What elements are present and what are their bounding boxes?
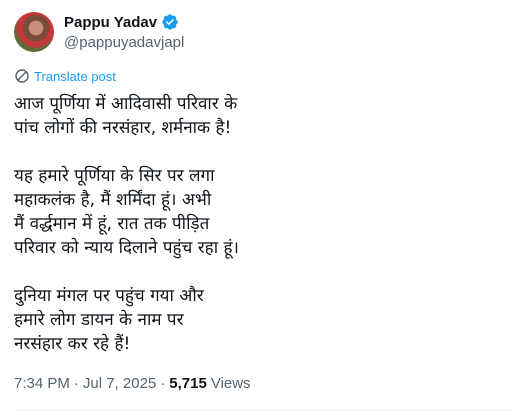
post-line: हमारे लोग डायन के नाम पर <box>14 310 184 330</box>
post-line: आज पूर्णिया में आदिवासी परिवार के <box>14 94 238 114</box>
translate-post-link[interactable]: Translate post <box>14 68 116 84</box>
verified-badge-icon <box>162 14 178 30</box>
tweet: Pappu Yadav @pappuyadavjapl Translate po… <box>0 0 512 414</box>
globe-icon <box>15 69 29 83</box>
post-text: आज पूर्णिया में आदिवासी परिवार के पांच ल… <box>14 92 494 356</box>
author-name-row: Pappu Yadav <box>64 13 179 31</box>
author-handle[interactable]: @pappuyadavjapl <box>64 34 184 51</box>
post-line: पांच लोगों की नरसंहार, शर्मनाक है! <box>14 118 232 138</box>
post-line: मैं वर्द्धमान में हूं, रात तक पीड़ित <box>14 214 210 234</box>
author-name[interactable]: Pappu Yadav <box>64 14 157 31</box>
post-meta: 7:34 PM · Jul 7, 2025 · 5,715 Views <box>14 375 251 392</box>
post-line: महाकलंक है, मैं शर्मिंदा हूं। अभी <box>14 190 212 210</box>
post-line: दुनिया मंगल पर पहुंच गया और <box>14 286 204 306</box>
avatar[interactable] <box>14 12 54 52</box>
post-line: नरसंहार कर रहे हैं! <box>14 334 131 354</box>
separator-dot: · <box>73 375 79 392</box>
post-paragraph: आज पूर्णिया में आदिवासी परिवार के पांच ल… <box>14 92 494 140</box>
post-paragraph: यह हमारे पूर्णिया के सिर पर लगा महाकलंक … <box>14 164 494 260</box>
post-paragraph: दुनिया मंगल पर पहुंच गया और हमारे लोग डा… <box>14 284 494 356</box>
post-date[interactable]: Jul 7, 2025 <box>83 375 156 392</box>
post-line: परिवार को न्याय दिलाने पहुंच रहा हूं। <box>14 238 239 258</box>
views-label: Views <box>210 375 251 392</box>
translate-label: Translate post <box>34 68 116 84</box>
post-time[interactable]: 7:34 PM <box>14 375 70 392</box>
divider <box>14 410 512 411</box>
post-line: यह हमारे पूर्णिया के सिर पर लगा <box>14 166 215 186</box>
views-count: 5,715 <box>169 375 207 392</box>
separator-dot: · <box>160 375 166 392</box>
